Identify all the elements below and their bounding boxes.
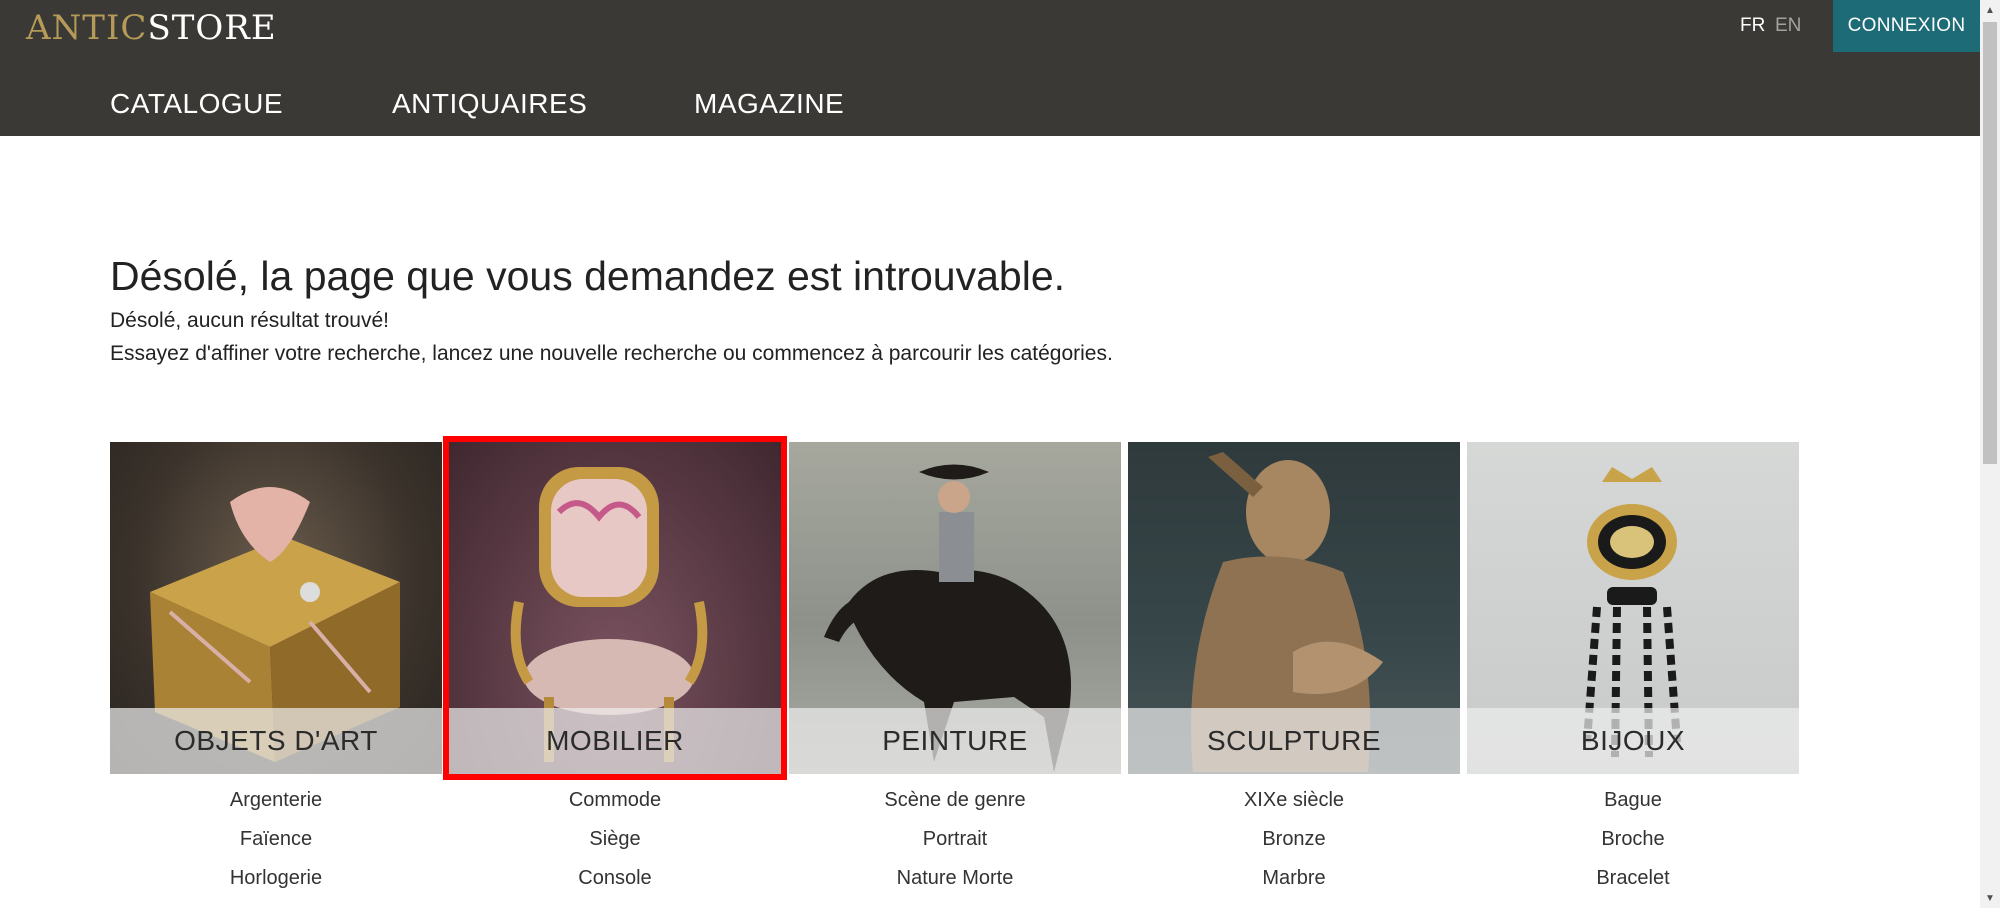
language-fr-link[interactable]: FR	[1740, 14, 1765, 38]
antic-store-logo[interactable]: ANTICSTORE	[26, 8, 277, 48]
category-label: BIJOUX	[1467, 708, 1799, 774]
subcategory-link[interactable]: Bague	[1467, 787, 1799, 813]
category-card-objets-dart[interactable]: OBJETS D'ART	[110, 442, 442, 774]
category-label: MOBILIER	[449, 708, 781, 774]
category-label: SCULPTURE	[1128, 708, 1460, 774]
category-card-sculpture[interactable]: SCULPTURE	[1128, 442, 1460, 774]
subcategory-link[interactable]: Broche	[1467, 826, 1799, 852]
category-card-bijoux[interactable]: BIJOUX	[1467, 442, 1799, 774]
search-hint-text: Essayez d'affiner votre recherche, lance…	[110, 342, 1113, 365]
login-button[interactable]: CONNEXION	[1833, 0, 1980, 52]
scroll-down-arrow-icon[interactable]: ▼	[1980, 888, 2000, 908]
subcategory-link[interactable]: Argenterie	[110, 787, 442, 813]
subcategory-link[interactable]: Bronze	[1128, 826, 1460, 852]
subcategory-link[interactable]: Horlogerie	[110, 865, 442, 891]
subcategory-link[interactable]: Portrait	[789, 826, 1121, 852]
scroll-up-arrow-icon[interactable]: ▲	[1980, 0, 2000, 20]
category-card-mobilier[interactable]: MOBILIER	[443, 436, 787, 780]
subcategory-link[interactable]: Console	[449, 865, 781, 891]
scrollbar-thumb[interactable]	[1983, 22, 1997, 464]
category-card-peinture[interactable]: PEINTURE	[789, 442, 1121, 774]
nav-catalogue[interactable]: CATALOGUE	[110, 86, 283, 122]
category-label: PEINTURE	[789, 708, 1121, 774]
subcategory-link[interactable]: Bracelet	[1467, 865, 1799, 891]
language-en-link[interactable]: EN	[1775, 14, 1801, 38]
nav-magazine[interactable]: MAGAZINE	[694, 86, 844, 122]
top-header: ANTICSTORE FR EN CONNEXION CATALOGUE ANT…	[0, 0, 1980, 136]
subcategory-link[interactable]: Siège	[449, 826, 781, 852]
subcategory-link[interactable]: Marbre	[1128, 865, 1460, 891]
category-label: OBJETS D'ART	[110, 708, 442, 774]
subcategory-link[interactable]: Faïence	[110, 826, 442, 852]
logo-part-antic: ANTIC	[26, 8, 148, 48]
subcategory-link[interactable]: Commode	[449, 787, 781, 813]
vertical-scrollbar[interactable]: ▲ ▼	[1980, 0, 2000, 908]
subcategory-link[interactable]: Scène de genre	[789, 787, 1121, 813]
no-result-text: Désolé, aucun résultat trouvé!	[110, 309, 389, 332]
logo-part-store: STORE	[147, 8, 277, 48]
subcategory-link[interactable]: Nature Morte	[789, 865, 1121, 891]
nav-antiquaires[interactable]: ANTIQUAIRES	[392, 86, 587, 122]
subcategory-link[interactable]: XIXe siècle	[1128, 787, 1460, 813]
page-title: Désolé, la page que vous demandez est in…	[110, 253, 1066, 299]
